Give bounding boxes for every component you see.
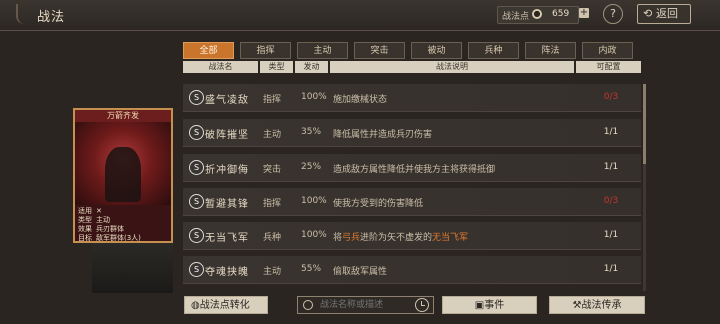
tactic-config-count: 1/1 — [603, 127, 619, 137]
column-header-rate[interactable]: 发动 — [295, 61, 328, 73]
search-icon — [303, 300, 313, 310]
column-header-name[interactable]: 战法名 — [183, 61, 258, 73]
tactic-type: 兵种 — [263, 233, 282, 243]
event-icon: ▣ — [474, 300, 485, 311]
convert-points-button[interactable]: ◍战法点转化 — [184, 296, 268, 314]
tactic-name: 破阵摧坚 — [205, 130, 249, 141]
column-header-config[interactable]: 可配置 — [576, 61, 641, 73]
back-button-label: 返回 — [656, 7, 678, 20]
tactic-type: 指挥 — [263, 199, 282, 209]
column-header-desc: 战法说明 — [330, 61, 574, 73]
tactic-rate: 25% — [301, 162, 322, 172]
card-stat-value: 敌军群体(3人) — [96, 234, 141, 242]
event-button[interactable]: ▣事件 — [442, 296, 537, 314]
search-box[interactable] — [297, 296, 434, 314]
tactic-rate: 100% — [301, 92, 327, 102]
history-clock-icon[interactable] — [415, 298, 429, 312]
tactic-desc: 施加缴械状态 — [333, 95, 388, 105]
convert-points-label: 战法点转化 — [199, 300, 250, 311]
card-artwork — [75, 122, 171, 205]
card-title: 万箭齐发 — [75, 110, 171, 122]
tactic-rate: 100% — [301, 230, 327, 240]
tactic-rate: 35% — [301, 127, 322, 137]
tactic-desc: 使我方受到的伤害降低 — [333, 199, 424, 209]
tab-all[interactable]: 全部 — [183, 42, 234, 59]
tactic-config-count: 1/1 — [603, 162, 619, 172]
tactic-config-count: 1/1 — [603, 264, 619, 274]
page-title: 战法 — [37, 10, 66, 25]
warrior-figure-icon — [105, 147, 141, 202]
desc-highlight: 弓兵 — [342, 233, 361, 243]
tactic-type: 指挥 — [263, 95, 282, 105]
tab-active[interactable]: 主动 — [297, 42, 348, 59]
tactic-type: 主动 — [263, 130, 282, 140]
tactic-name: 夺魂挟魄 — [205, 267, 249, 278]
desc-text: 进阶为矢不虚发的 — [360, 233, 433, 243]
grade-s-icon: S — [189, 262, 204, 277]
tactic-config-count: 0/3 — [603, 196, 619, 206]
list-scrollbar[interactable] — [643, 84, 646, 291]
tactic-config-count: 0/3 — [603, 92, 619, 102]
tactic-desc: 降低属性并造成兵刃伤害 — [333, 130, 433, 140]
table-row[interactable]: S 暂避其锋 指挥 100% 使我方受到的伤害降低 0/3 — [183, 188, 641, 216]
tab-formation[interactable]: 阵法 — [525, 42, 576, 59]
card-stat-key: 目标 — [78, 234, 92, 242]
table-row[interactable]: S 夺魂挟魄 主动 55% 偷取敌军属性 1/1 — [183, 256, 641, 284]
tactic-inherit-button[interactable]: ⚒战法传承 — [549, 296, 645, 314]
event-label: 事件 — [484, 300, 505, 311]
scrollbar-thumb[interactable] — [643, 84, 646, 164]
tactic-list: S 盛气凌敌 指挥 100% 施加缴械状态 0/3 S 破阵摧坚 主动 35% … — [183, 84, 641, 291]
tactic-rate: 55% — [301, 264, 322, 274]
table-row[interactable]: S 破阵摧坚 主动 35% 降低属性并造成兵刃伤害 1/1 — [183, 119, 641, 147]
add-points-button[interactable]: + — [579, 8, 589, 18]
convert-icon: ◍ — [191, 300, 200, 311]
column-header-type[interactable]: 类型 — [260, 61, 293, 73]
coin-icon: ● — [532, 9, 542, 19]
tactic-rate: 100% — [301, 196, 327, 206]
card-stat-value: ✕ — [96, 207, 102, 215]
top-bar: 战法 战法点 ● 659 + ? ⟲ 返回 — [0, 0, 720, 31]
desc-highlight: 无当飞军 — [432, 233, 469, 243]
card-stat-value: 兵刃群体 — [96, 225, 124, 233]
search-input[interactable] — [320, 298, 410, 312]
tactic-type: 主动 — [263, 267, 282, 277]
tactic-inherit-label: 战法传承 — [581, 300, 622, 311]
tab-assault[interactable]: 突击 — [354, 42, 405, 59]
tactic-name: 折冲御侮 — [205, 165, 249, 176]
grade-s-icon: S — [189, 90, 204, 105]
tactic-points-label: 战法点 — [502, 12, 530, 22]
tactic-config-count: 1/1 — [603, 230, 619, 240]
tactic-points-value: 659 — [552, 9, 570, 19]
tactic-name: 无当飞军 — [205, 233, 249, 244]
tactic-points-display: 战法点 ● 659 — [497, 6, 579, 24]
tab-troop[interactable]: 兵种 — [468, 42, 519, 59]
tactic-name: 暂避其锋 — [205, 199, 249, 210]
help-button[interactable]: ? — [603, 4, 623, 24]
table-row[interactable]: S 盛气凌敌 指挥 100% 施加缴械状态 0/3 — [183, 84, 641, 112]
desc-text: 将 — [333, 233, 343, 243]
table-row[interactable]: S 折冲御侮 突击 25% 造成敌方属性降低并使我方主将获得抵御 1/1 — [183, 154, 641, 182]
back-arrow-icon: ⟲ — [643, 7, 653, 20]
grade-s-icon: S — [189, 228, 204, 243]
tab-command[interactable]: 指挥 — [240, 42, 291, 59]
table-row[interactable]: S 无当飞军 兵种 100% 将弓兵进阶为矢不虚发的无当飞军 1/1 — [183, 222, 641, 250]
tactic-desc: 造成敌方属性降低并使我方主将获得抵御 — [333, 165, 496, 175]
tab-internal[interactable]: 内政 — [582, 42, 633, 59]
tactic-name: 盛气凌敌 — [205, 95, 249, 106]
card-stat-row: 目标 敌军群体(3人) — [78, 233, 141, 242]
grade-s-icon: S — [189, 160, 204, 175]
tactic-desc: 将弓兵进阶为矢不虚发的无当飞军 — [333, 230, 468, 243]
grade-s-icon: S — [189, 194, 204, 209]
grade-s-icon: S — [189, 125, 204, 140]
back-button[interactable]: ⟲ 返回 — [637, 4, 691, 24]
tactic-desc: 偷取敌军属性 — [333, 267, 388, 277]
tab-passive[interactable]: 被动 — [411, 42, 462, 59]
tactic-preview-card[interactable]: 万箭齐发 适用 ✕ 类型 主动 效果 兵刃群体 目标 敌军群体(3人) — [73, 108, 173, 243]
title-ornament-icon — [16, 4, 32, 24]
tactic-type: 突击 — [263, 165, 282, 175]
second-card-artwork — [92, 243, 173, 293]
card-stat-value: 主动 — [96, 216, 110, 224]
